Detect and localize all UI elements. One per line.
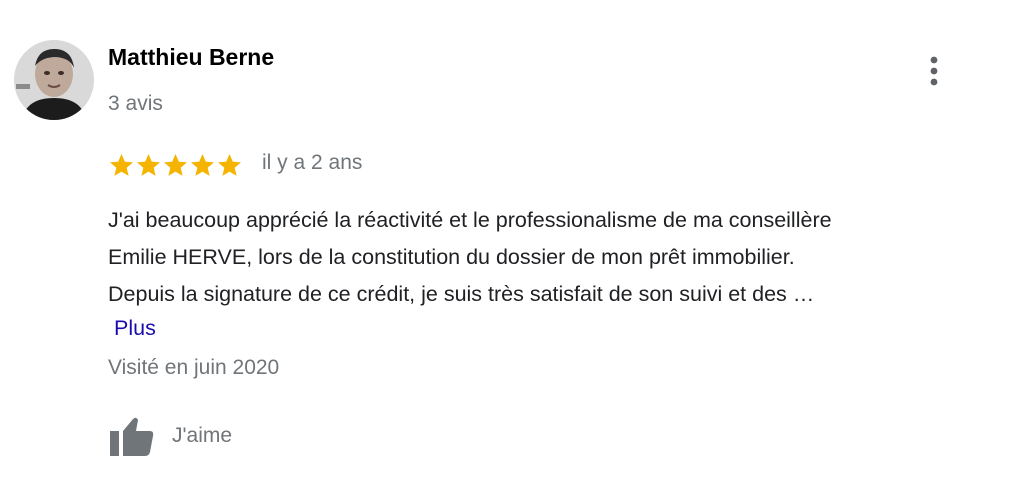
- review-text-line: Depuis la signature de ce crédit, je sui…: [108, 282, 815, 306]
- star-icon: [191, 153, 214, 176]
- star-rating: [108, 151, 243, 179]
- star-icon: [137, 153, 160, 176]
- review-date: il y a 2 ans: [262, 151, 363, 174]
- author-review-count: 3 avis: [108, 92, 163, 115]
- review-text: J'ai beaucoup apprécié la réactivité et …: [108, 202, 988, 313]
- user-photo-icon: [14, 40, 94, 120]
- thumbs-up-icon: [110, 417, 154, 456]
- star-icon: [110, 153, 133, 176]
- review-text-line: Emilie HERVE, lors de la constitution du…: [108, 245, 795, 269]
- star-icon: [164, 153, 187, 176]
- star-icon: [218, 153, 241, 176]
- author-avatar[interactable]: [14, 40, 94, 120]
- review-text-line: J'ai beaucoup apprécié la réactivité et …: [108, 208, 832, 232]
- review-card: Matthieu Berne 3 avis il y a 2 ans J'ai …: [0, 0, 1014, 502]
- like-button[interactable]: J'aime: [108, 414, 232, 458]
- more-link[interactable]: Plus: [114, 316, 156, 341]
- visit-date: Visité en juin 2020: [108, 356, 280, 379]
- like-label: J'aime: [172, 424, 233, 447]
- author-name[interactable]: Matthieu Berne: [108, 44, 274, 71]
- more-vert-icon: [930, 56, 938, 86]
- more-options-button[interactable]: [918, 52, 950, 92]
